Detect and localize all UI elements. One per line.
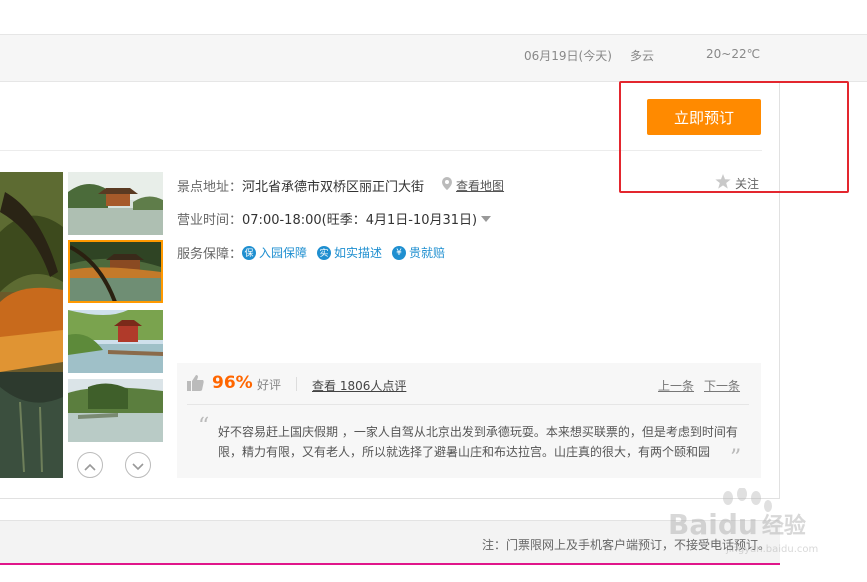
- thumbs-up-icon: [187, 375, 204, 395]
- guarantee-badge-icon: 保: [242, 245, 257, 260]
- guarantee-badge-icon: ¥: [392, 245, 407, 260]
- prev-review-link[interactable]: 上一条: [658, 377, 694, 394]
- watermark-brand: Baidu: [668, 508, 758, 541]
- thumbnail-3[interactable]: [68, 310, 163, 373]
- address-value: 河北省承德市双桥区丽正门大街: [242, 180, 425, 195]
- hours-value: 07:00-18:00(旺季：4月1日-10月31日): [242, 213, 478, 228]
- guarantee-refund[interactable]: ¥ 贵就赔: [392, 244, 445, 261]
- guarantee-label: 贵就赔: [409, 246, 446, 260]
- thumbnail-4[interactable]: [68, 379, 163, 442]
- watermark-url: jingyan.baidu.com: [726, 544, 819, 555]
- highlight-box: [619, 81, 849, 193]
- main-photo: [0, 172, 63, 478]
- guarantee-label: 如实描述: [334, 246, 383, 260]
- address-row: 景点地址： 河北省承德市双桥区丽正门大街 查看地图: [177, 176, 504, 195]
- review-divider: [296, 377, 297, 391]
- hours-label: 营业时间：: [177, 213, 243, 228]
- thumbnail-2[interactable]: [68, 240, 163, 303]
- guarantee-entry[interactable]: 保 入园保障: [242, 244, 307, 261]
- address-label: 景点地址：: [177, 180, 243, 195]
- service-row: 服务保障： 保 入园保障 实 如实描述 ¥ 贵就赔: [177, 243, 455, 262]
- guarantee-label: 入园保障: [259, 246, 308, 260]
- chevron-down-icon: [132, 456, 144, 475]
- weather-condition: 多云: [630, 49, 655, 63]
- view-reviews-link[interactable]: 查看 1806人点评: [312, 377, 406, 394]
- guarantee-badge-icon: 实: [317, 245, 332, 260]
- thumbnail-1[interactable]: [68, 172, 163, 235]
- view-map-link[interactable]: 查看地图: [456, 177, 504, 194]
- good-rate-percent: 96%: [212, 373, 253, 393]
- good-rate-label: 好评: [257, 378, 282, 392]
- weather-date: 06月19日(今天): [524, 49, 612, 63]
- close-quote-icon: ”: [730, 446, 742, 471]
- map-pin-icon: [442, 177, 453, 194]
- baidu-jingyan-watermark: Baidu 经验 jingyan.baidu.com: [668, 488, 828, 566]
- guarantee-accurate[interactable]: 实 如实描述: [317, 244, 382, 261]
- scroll-up-button[interactable]: [77, 452, 103, 478]
- scroll-down-button[interactable]: [125, 452, 151, 478]
- next-review-link[interactable]: 下一条: [704, 377, 740, 394]
- weather-temperature: 20~22℃: [706, 47, 761, 61]
- weather-bar: 06月19日(今天) 多云 20~22℃: [0, 34, 867, 82]
- service-label: 服务保障：: [177, 247, 243, 262]
- review-text: 好不容易赶上国庆假期 ，一家人自驾从北京出发到承德玩耍。本来想买联票的，但是考虑…: [218, 425, 738, 459]
- review-separator: [187, 404, 749, 405]
- watermark-sub: 经验: [761, 514, 806, 539]
- chevron-up-icon: [84, 456, 96, 475]
- open-quote-icon: “: [198, 414, 210, 439]
- hours-dropdown-icon[interactable]: [481, 211, 492, 226]
- footer-accent-line: [0, 563, 780, 565]
- hours-row: 营业时间： 07:00-18:00(旺季：4月1日-10月31日): [177, 209, 492, 228]
